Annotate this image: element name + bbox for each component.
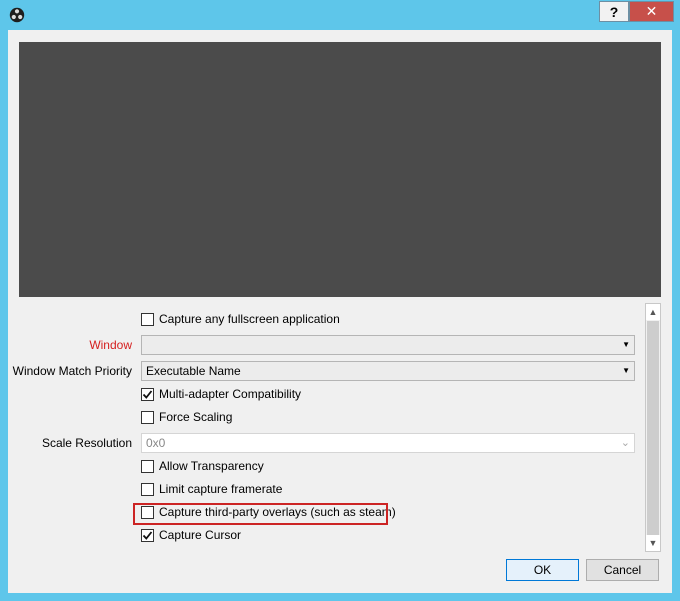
allow-transparency-row: Allow Transparency: [8, 456, 642, 478]
capture-cursor-label: Capture Cursor: [159, 528, 242, 542]
window-match-priority-label: Window Match Priority: [12, 364, 132, 378]
capture-cursor-row: Capture Cursor: [8, 525, 642, 547]
scale-resolution-label: Scale Resolution: [41, 436, 132, 450]
window-label: Window: [89, 338, 132, 352]
window-select[interactable]: ▼: [141, 335, 635, 355]
checkbox-box[interactable]: [141, 410, 154, 424]
limit-framerate-checkbox[interactable]: Limit capture framerate: [141, 482, 282, 496]
scale-resolution-select[interactable]: 0x0 ⌄: [141, 433, 635, 453]
scale-resolution-value: 0x0: [146, 436, 166, 450]
checkbox-box[interactable]: [141, 482, 154, 496]
multi-adapter-row: Multi-adapter Compatibility: [8, 384, 642, 406]
properties-panel: Capture any fullscreen application Windo…: [8, 303, 672, 555]
force-scaling-label: Force Scaling: [159, 410, 233, 424]
scroll-up-icon[interactable]: ▲: [646, 304, 660, 320]
window-row: Window ▼: [8, 334, 642, 356]
scrollbar-thumb[interactable]: [647, 321, 659, 535]
properties-scrollbar[interactable]: ▲ ▼: [645, 303, 661, 552]
checkmark-icon: [142, 389, 153, 399]
dropdown-arrow-icon: ▼: [622, 340, 630, 349]
allow-transparency-label: Allow Transparency: [159, 459, 264, 473]
scale-resolution-row: Scale Resolution 0x0 ⌄: [8, 432, 642, 454]
capture-fullscreen-checkbox[interactable]: Capture any fullscreen application: [141, 312, 340, 326]
chevron-down-icon: ⌄: [620, 437, 630, 449]
window-match-priority-row: Window Match Priority Executable Name ▼: [8, 360, 642, 382]
limit-framerate-label: Limit capture framerate: [159, 482, 283, 496]
checkmark-icon: [142, 530, 153, 540]
allow-transparency-checkbox[interactable]: Allow Transparency: [141, 459, 264, 473]
limit-framerate-row: Limit capture framerate: [8, 479, 642, 501]
dropdown-arrow-icon: ▼: [622, 366, 630, 375]
obs-logo-icon: [9, 7, 25, 23]
window-match-priority-value: Executable Name: [146, 364, 241, 378]
ok-button[interactable]: OK: [506, 559, 579, 581]
highlight-box: [133, 503, 388, 525]
multi-adapter-checkbox[interactable]: Multi-adapter Compatibility: [141, 387, 301, 401]
close-button[interactable]: ✕: [629, 1, 674, 22]
scroll-down-icon[interactable]: ▼: [646, 535, 660, 551]
force-scaling-checkbox[interactable]: Force Scaling: [141, 410, 232, 424]
capture-cursor-checkbox[interactable]: Capture Cursor: [141, 528, 241, 542]
multi-adapter-label: Multi-adapter Compatibility: [159, 387, 302, 401]
checkbox-box[interactable]: [141, 387, 154, 401]
checkbox-box[interactable]: [141, 459, 154, 473]
source-preview: [19, 42, 661, 297]
properties-dialog: ? ✕ Capture any fullscreen application W…: [0, 0, 680, 601]
checkbox-box[interactable]: [141, 312, 154, 326]
title-bar: ? ✕: [0, 0, 680, 30]
force-scaling-row: Force Scaling: [8, 407, 642, 429]
checkbox-box[interactable]: [141, 528, 154, 542]
capture-fullscreen-row: Capture any fullscreen application: [8, 309, 642, 331]
help-button[interactable]: ?: [599, 1, 629, 22]
window-match-priority-select[interactable]: Executable Name ▼: [141, 361, 635, 381]
cancel-button[interactable]: Cancel: [586, 559, 659, 581]
dialog-body: Capture any fullscreen application Windo…: [8, 30, 672, 593]
capture-fullscreen-label: Capture any fullscreen application: [159, 312, 340, 326]
